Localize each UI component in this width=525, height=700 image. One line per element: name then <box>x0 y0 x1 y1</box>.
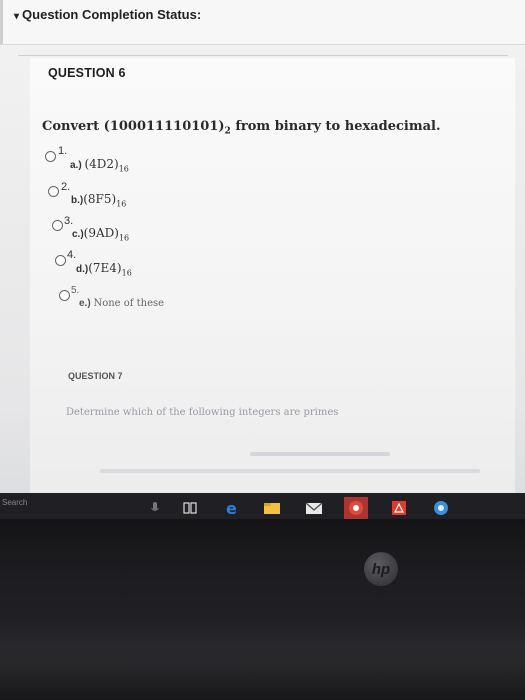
radio-option-1[interactable] <box>45 151 56 162</box>
option-number: 2. <box>61 181 71 193</box>
screen: ▾ Question Completion Status: QUESTION 6 … <box>0 0 525 505</box>
option-value-text: (4D2) <box>84 157 119 171</box>
option-value-text: (8F5) <box>83 192 117 206</box>
option-number: 4. <box>67 249 77 261</box>
radio-option-4[interactable] <box>55 255 66 266</box>
radio-option-2[interactable] <box>48 186 59 197</box>
option-letter: b.) <box>71 195 84 206</box>
chrome-icon[interactable] <box>344 497 368 519</box>
mic-icon[interactable] <box>150 500 160 516</box>
option-value: (7E4)16 <box>88 261 132 278</box>
hp-logo-icon: hp <box>364 552 398 586</box>
pdf-icon[interactable] <box>390 500 408 516</box>
option-value: (8F5)16 <box>83 192 127 209</box>
option-label: e.) None of these <box>79 298 164 309</box>
completion-status-bar: ▾ Question Completion Status: <box>0 0 525 45</box>
edge-icon[interactable]: e <box>224 500 242 516</box>
prompt-suffix: from binary to hexadecimal. <box>230 119 441 134</box>
radio-option-5[interactable] <box>59 290 70 301</box>
task-view-icon[interactable] <box>182 500 198 516</box>
option-base: 16 <box>121 268 132 278</box>
option-base: 16 <box>116 199 127 209</box>
status-bar-edge <box>0 0 3 44</box>
option-base: 16 <box>118 233 130 243</box>
option-label: a.) (4D2)16 <box>70 157 129 173</box>
question-7-prompt: Determine which of the following integer… <box>66 407 339 418</box>
completion-status-label: Question Completion Status: <box>22 7 202 22</box>
option-value-text: (7E4) <box>88 261 122 275</box>
option-label: d.)(7E4)16 <box>76 261 132 277</box>
option-value-text: None of these <box>93 298 165 309</box>
option-value-text: (9AD) <box>83 226 119 240</box>
bezel-reflection <box>0 610 525 700</box>
question-7-heading: QUESTION 7 <box>68 371 123 381</box>
mail-icon[interactable] <box>304 500 324 516</box>
option-number: 1. <box>58 145 68 157</box>
completion-status-title[interactable]: ▾ Question Completion Status: <box>14 7 201 22</box>
option-value: (4D2)16 <box>84 157 129 174</box>
question-6-heading: QUESTION 6 <box>48 66 126 80</box>
taskbar-search[interactable]: Search <box>2 498 27 507</box>
app-icon[interactable] <box>432 500 450 516</box>
option-letter: a.) <box>70 160 82 171</box>
svg-text:e: e <box>226 500 237 516</box>
option-letter: d.) <box>76 264 89 275</box>
option-letter: e.) <box>79 298 91 309</box>
option-label: c.)(9AD)16 <box>72 226 129 242</box>
question-6-prompt: Convert (100011110101)2 from binary to h… <box>42 119 441 137</box>
option-label: b.)(8F5)16 <box>71 192 126 208</box>
divider <box>18 55 508 56</box>
radio-option-3[interactable] <box>52 220 63 231</box>
blurred-options-line <box>250 452 390 456</box>
hp-logo-text: hp <box>371 560 391 578</box>
file-explorer-icon[interactable] <box>262 500 282 516</box>
option-letter: c.) <box>72 229 84 240</box>
option-number: 5. <box>71 285 80 296</box>
collapse-arrow-icon[interactable]: ▾ <box>14 11 19 22</box>
blurred-text-line <box>100 469 480 473</box>
option-value: (9AD)16 <box>83 226 130 243</box>
option-base: 16 <box>118 164 129 174</box>
prompt-prefix: Convert (100011110101) <box>42 119 225 134</box>
